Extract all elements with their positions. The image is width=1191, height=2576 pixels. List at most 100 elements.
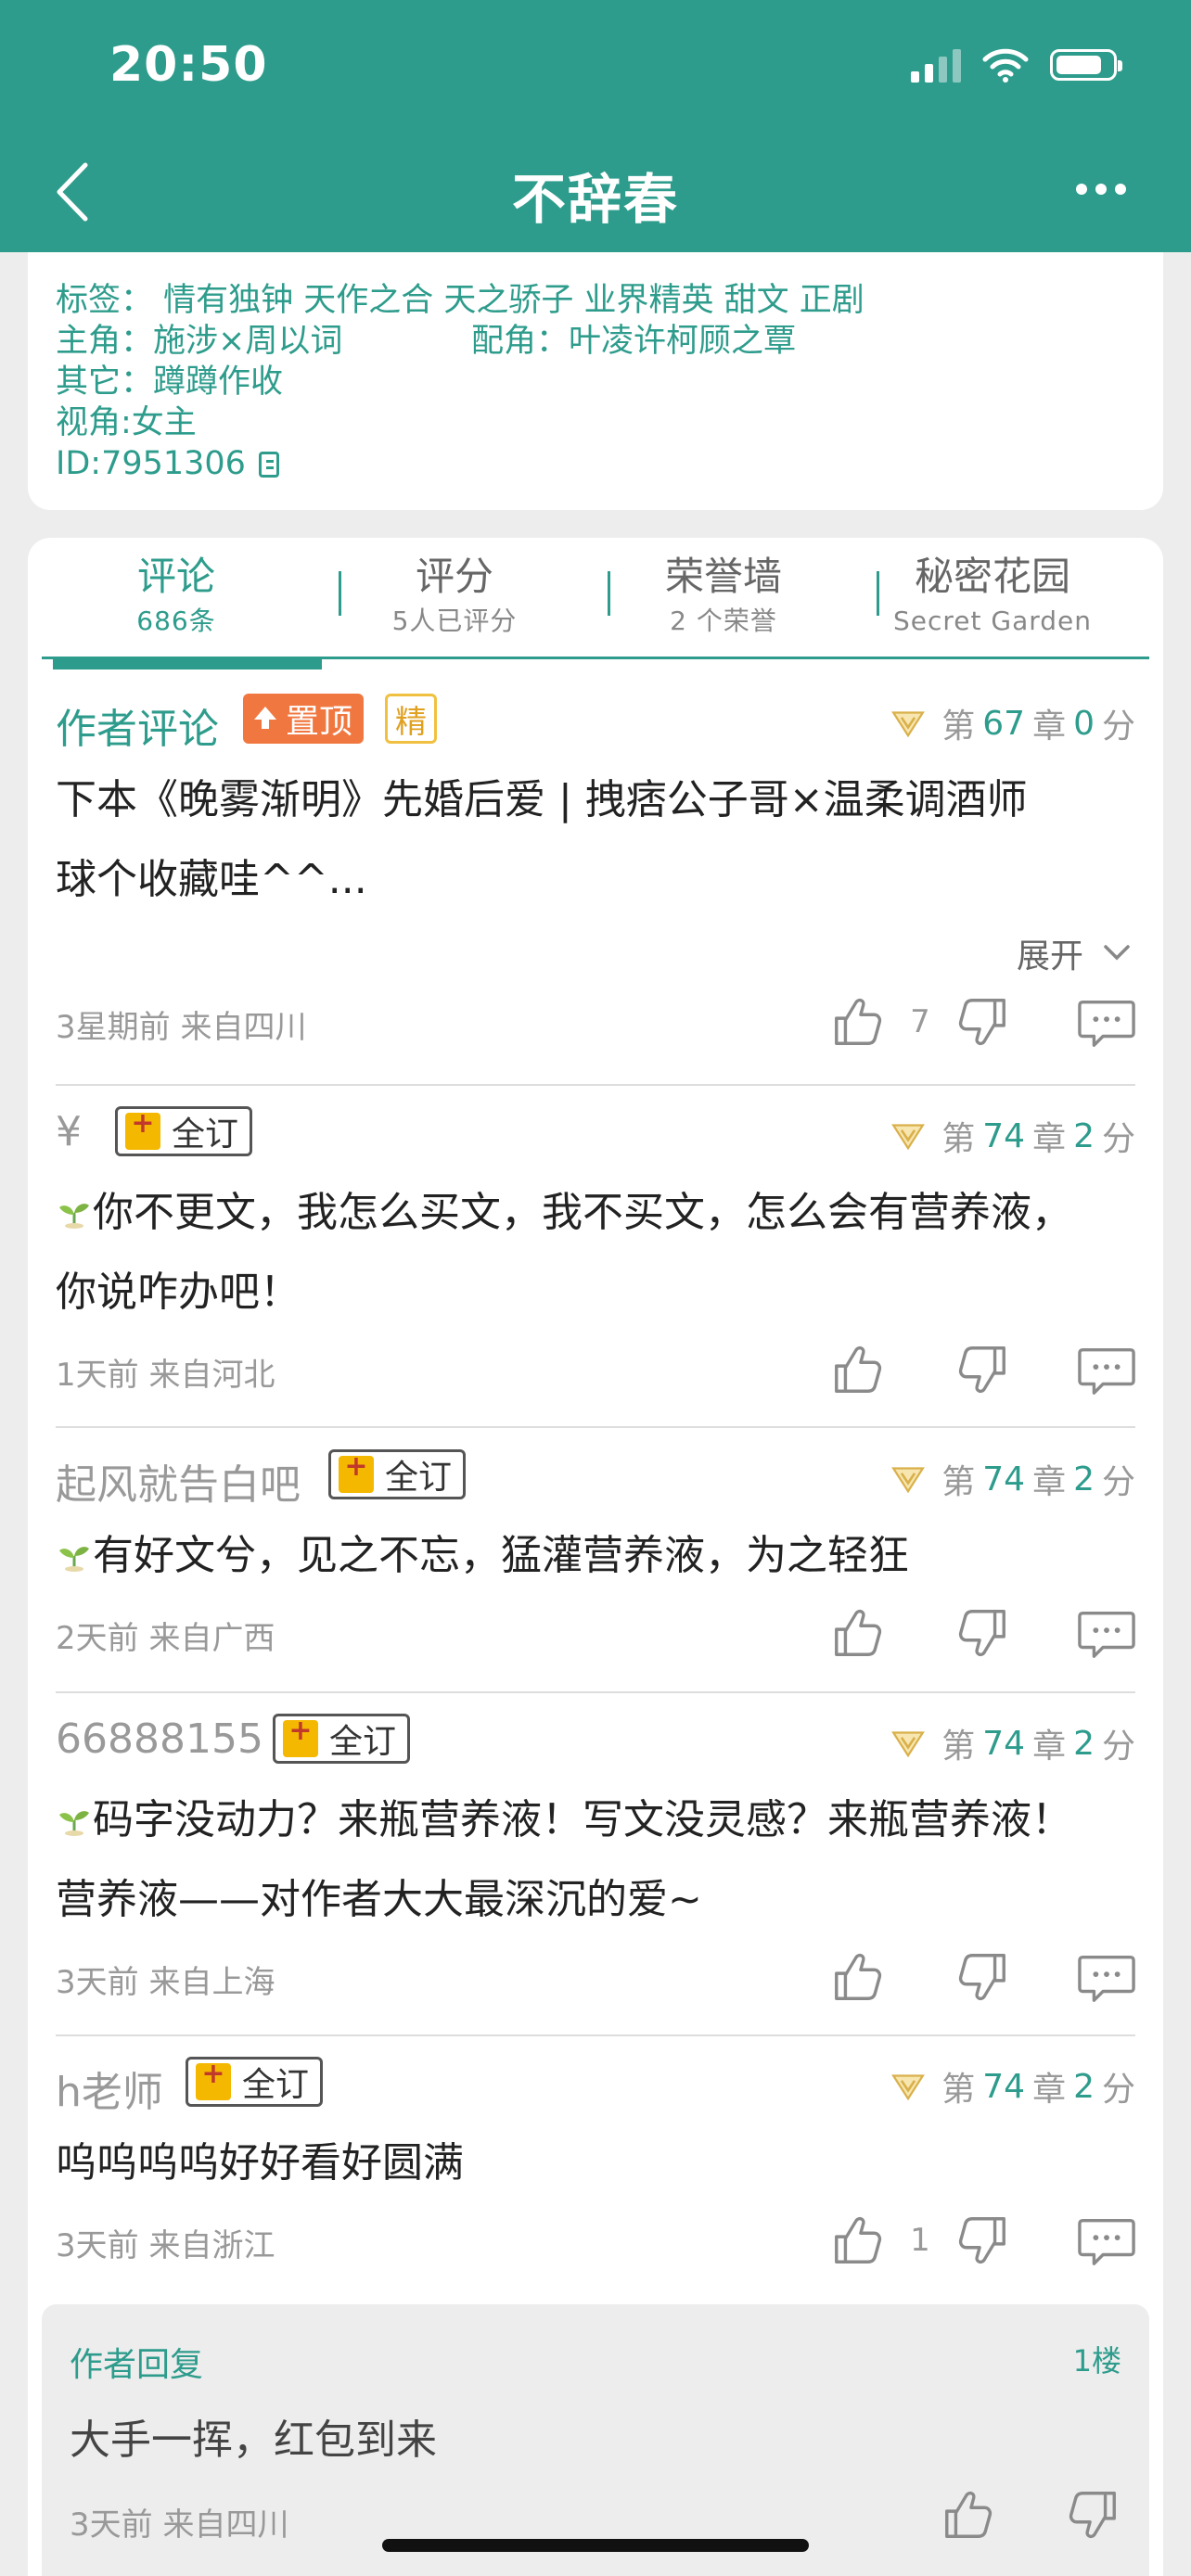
bookmark-icon — [283, 1715, 318, 1757]
comment-body[interactable]: 有好文兮，见之不忘，猛灌营养液，为之轻狂 — [56, 1516, 1135, 1596]
comment-bubble-icon — [1078, 1341, 1135, 1398]
like-button[interactable] — [829, 993, 887, 1051]
reply-meta: 3天前 来自四川 — [70, 2506, 289, 2544]
comment-score: 0 — [1073, 704, 1095, 743]
nutrient-sprout-icon — [56, 1800, 93, 1837]
badge-label: 全订 — [242, 2066, 310, 2104]
comment-body[interactable]: 码字没动力？来瓶营养液！写文没灵感？来瓶营养液！ 营养液——对作者大大最深沉的爱… — [56, 1780, 1135, 1940]
dislike-button[interactable] — [1064, 2486, 1121, 2544]
like-button[interactable] — [829, 2212, 887, 2269]
chapter-mid: 章 — [1032, 2071, 1067, 2109]
divider — [56, 1426, 1135, 1428]
thumbs-up-icon — [829, 2212, 887, 2269]
dislike-button[interactable] — [954, 1948, 1011, 2006]
supporting-line: 配角：叶凌许柯顾之覃 — [471, 323, 797, 360]
comment-line: 你说咋办吧！ — [56, 1269, 301, 1316]
comment-body[interactable]: 下本《晚雾渐明》先婚后爱 | 拽痞公子哥×温柔调酒师 球个收藏哇^^... — [56, 760, 1135, 920]
comment-body[interactable]: 你不更文，我怎么买文，我不买文，怎么会有营养液， 你说咋办吧！ — [56, 1173, 1135, 1333]
copy-icon[interactable] — [258, 452, 279, 478]
chapter-info: 第 74 章 2 分 — [891, 1112, 1135, 1160]
dislike-button[interactable] — [954, 2212, 1011, 2269]
thumbs-down-icon — [954, 1604, 1011, 1662]
chapter-prefix: 第 — [941, 1463, 976, 1501]
reply-button[interactable] — [1078, 1341, 1135, 1398]
like-button[interactable] — [829, 1604, 887, 1662]
tab-comments[interactable]: 评论 686条 — [42, 549, 311, 638]
tags-line[interactable]: 标签： 情有独钟 天作之合 天之骄子 业界精英 甜文 正剧 — [56, 280, 864, 321]
comment-username[interactable]: h老师 — [56, 2059, 163, 2118]
full-subscription-badge: 全订 — [115, 1106, 253, 1156]
expand-row: 展开 — [56, 920, 1135, 985]
comment-body[interactable]: 呜呜呜呜好好看好圆满 — [56, 2123, 1135, 2203]
dislike-button[interactable] — [954, 993, 1011, 1051]
chapter-info: 第 74 章 2 分 — [891, 1455, 1135, 1503]
pinned-badge: 置顶 — [243, 694, 365, 744]
tab-label: 秘密花园 — [914, 554, 1070, 599]
status-icons — [911, 46, 1122, 83]
tab-secret-garden[interactable]: 秘密花园 Secret Garden — [858, 549, 1127, 638]
dislike-button[interactable] — [954, 1604, 1011, 1662]
tab-label: 评论 — [136, 554, 215, 599]
featured-badge: 精 — [385, 694, 437, 744]
reply-button[interactable] — [1078, 993, 1135, 1051]
active-tab-indicator — [53, 657, 322, 670]
like-button[interactable] — [829, 1341, 887, 1398]
comment-meta: 3星期前 来自四川 — [56, 1009, 307, 1046]
comment-item: 作者评论 置顶 精 第 67 章 0 分 下本《晚雾渐明》先婚后爱 | 拽痞公子哥×温柔… — [56, 686, 1135, 1059]
reply-button[interactable] — [1078, 1948, 1135, 2006]
vip-icon — [891, 1122, 925, 1150]
comment-username[interactable]: 作者评论 — [56, 695, 219, 755]
novel-info-card: 标签： 情有独钟 天作之合 天之骄子 业界精英 甜文 正剧 主角：施涉×周以词 … — [28, 252, 1163, 510]
pin-up-icon — [254, 707, 276, 729]
comment-line: 你不更文，我怎么买文，我不买文，怎么会有营养液， — [93, 1189, 1072, 1236]
home-indicator[interactable] — [382, 2539, 809, 2552]
full-subscription-badge: 全订 — [273, 1714, 411, 1764]
chapter-info: 第 74 章 2 分 — [891, 1719, 1135, 1767]
more-options-button[interactable] — [1076, 184, 1126, 195]
dislike-button[interactable] — [954, 1341, 1011, 1398]
thumbs-up-icon — [829, 1604, 887, 1662]
author-reply: 作者回复 1楼 大手一挥，红包到来 3天前 来自四川 — [42, 2304, 1149, 2576]
nutrient-sprout-icon — [56, 1192, 93, 1230]
score-suffix: 分 — [1101, 2071, 1135, 2109]
expand-label: 展开 — [1016, 937, 1083, 976]
comment-score: 2 — [1073, 1724, 1095, 1763]
comment-meta: 1天前 来自河北 — [56, 1357, 275, 1394]
score-suffix: 分 — [1101, 708, 1135, 746]
bookmark-icon — [339, 1450, 374, 1493]
like-button[interactable] — [829, 1948, 887, 2006]
vip-icon — [891, 2072, 925, 2100]
vip-icon — [891, 1729, 925, 1757]
expand-button[interactable]: 展开 — [1017, 929, 1135, 977]
tab-label: 荣誉墙 — [664, 554, 782, 599]
id-line: ID:7951306 — [56, 443, 279, 484]
pinned-label: 置顶 — [286, 703, 353, 741]
reply-button[interactable] — [1078, 1604, 1135, 1662]
thumbs-up-icon — [829, 1948, 887, 2006]
comment-line: 呜呜呜呜好好看好圆满 — [56, 2139, 464, 2187]
comment-username[interactable]: 起风就告白吧 — [56, 1451, 301, 1511]
like-button[interactable] — [940, 2486, 997, 2544]
comment-bubble-icon — [1078, 993, 1135, 1051]
comment-line: 营养液——对作者大大最深沉的爱~ — [56, 1876, 702, 1923]
tab-sub: 5人已评分 — [391, 606, 518, 636]
reply-text[interactable]: 大手一挥，红包到来 — [70, 2406, 437, 2466]
comment-actions: 1 — [829, 2203, 1135, 2277]
reply-button[interactable] — [1078, 2212, 1135, 2269]
comments-card: 评论 686条 评分 5人已评分 荣誉墙 2 个荣誉 秘密花园 Secret G… — [28, 538, 1163, 2576]
thumbs-down-icon — [954, 1948, 1011, 2006]
badge-label: 全订 — [385, 1459, 453, 1497]
comment-item: ¥ 全订 第74章2分 你不更文，我怎么买文，我不买文，怎么会有营养液， 你说咋… — [56, 1099, 1135, 1407]
comment-username[interactable]: 66888155 — [56, 1715, 263, 1763]
full-subscription-badge: 全订 — [186, 2057, 324, 2107]
nutrient-sprout-icon — [56, 1536, 93, 1573]
tab-honor-wall[interactable]: 荣誉墙 2 个荣誉 — [589, 549, 858, 638]
comment-score: 2 — [1073, 2067, 1095, 2106]
tab-sub: Secret Garden — [892, 606, 1093, 636]
reply-actions — [940, 2486, 1121, 2544]
divider — [56, 2034, 1135, 2036]
vip-icon — [891, 709, 925, 737]
comment-username[interactable]: ¥ — [56, 1108, 82, 1155]
tab-ratings[interactable]: 评分 5人已评分 — [320, 549, 589, 638]
thumbs-up-icon — [940, 2486, 997, 2544]
